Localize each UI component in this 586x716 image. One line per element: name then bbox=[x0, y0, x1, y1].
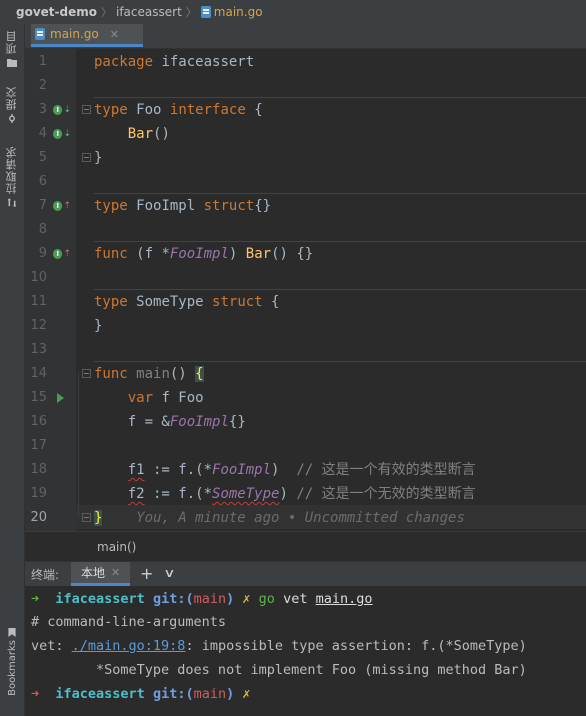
code-line: f1 := f.(*FooImpl) // 这是一个有效的类型断言 bbox=[127, 462, 476, 478]
new-terminal-button[interactable]: + bbox=[140, 564, 153, 583]
line-number: 12 bbox=[30, 318, 47, 333]
fold-icon[interactable] bbox=[82, 105, 91, 114]
interface-implemented-icon: I bbox=[53, 129, 63, 139]
tab-main-go[interactable]: main.go ✕ bbox=[31, 24, 143, 47]
line-number: 13 bbox=[30, 342, 47, 357]
terminal-header: 终端: 本地 ✕ + ∨ bbox=[25, 561, 586, 587]
line-number: 2 bbox=[38, 78, 47, 93]
code-line: type FooImpl struct{} bbox=[94, 198, 272, 214]
code-line: var f Foo bbox=[127, 390, 204, 406]
terminal-output[interactable]: ➜ ifaceassert git:(main) ✗ go vet main.g… bbox=[25, 586, 586, 716]
arrow-up-icon: ⇡ bbox=[63, 201, 71, 211]
arrow-down-icon: ⇣ bbox=[63, 105, 71, 115]
code-breadcrumb: main() bbox=[25, 531, 586, 562]
close-tab-icon[interactable]: ✕ bbox=[111, 566, 120, 579]
terminal-prompt-line: ➜ ifaceassert git:(main) ✗ bbox=[31, 686, 251, 702]
breadcrumb-package[interactable]: ifaceassert bbox=[113, 5, 185, 19]
terminal-tab-label: 本地 bbox=[81, 566, 106, 580]
editor-tab-strip: main.go ✕ bbox=[25, 24, 586, 49]
code-line: package ifaceassert bbox=[94, 54, 255, 70]
fold-icon[interactable] bbox=[82, 369, 91, 378]
project-tool-button[interactable]: 项目 bbox=[2, 30, 22, 67]
line-number: 16 bbox=[30, 414, 47, 429]
terminal-tab-local[interactable]: 本地 ✕ bbox=[71, 562, 131, 586]
code-line: func main() { bbox=[94, 366, 204, 382]
implemented-marker[interactable]: I ⇣ bbox=[53, 98, 71, 122]
implements-marker[interactable]: I ⇡ bbox=[53, 194, 71, 218]
breadcrumb-separator-icon: 〉 bbox=[101, 6, 112, 19]
navigation-bar: govet-demo 〉 ifaceassert 〉 main.go bbox=[0, 0, 586, 25]
code-line: type SomeType struct { bbox=[94, 294, 280, 310]
line-number: 14 bbox=[30, 366, 47, 381]
commit-tool-button[interactable]: 提交 bbox=[2, 86, 22, 123]
line-number: 6 bbox=[38, 174, 47, 189]
close-tab-icon[interactable]: ✕ bbox=[110, 28, 119, 41]
code-line: type Foo interface { bbox=[94, 102, 263, 118]
arrow-down-icon: ⇣ bbox=[63, 129, 71, 139]
pull-requests-tool-label: 拉取请求 bbox=[5, 146, 18, 194]
bookmarks-tool-button[interactable]: Bookmarks bbox=[2, 628, 22, 696]
line-number: 5 bbox=[38, 150, 47, 165]
tab-label: main.go bbox=[50, 27, 99, 41]
arrow-up-icon: ⇡ bbox=[63, 249, 71, 259]
code-editor[interactable]: 1 2 3 4 5 6 7 8 9 10 11 12 13 14 15 16 1… bbox=[25, 49, 586, 531]
error-location-link[interactable]: ./main.go:19:8 bbox=[72, 638, 186, 654]
implements-interface-icon: I bbox=[53, 201, 63, 211]
breadcrumb-separator-icon: 〉 bbox=[185, 6, 197, 19]
left-tool-strip: 项目 提交 拉取请求 Bookmarks bbox=[0, 24, 25, 716]
interface-implemented-icon: I bbox=[53, 105, 63, 115]
go-file-icon bbox=[35, 28, 45, 40]
bookmarks-tool-label: Bookmarks bbox=[6, 640, 18, 696]
fold-icon[interactable] bbox=[82, 513, 91, 522]
fold-icon[interactable] bbox=[82, 153, 91, 162]
code-line: } bbox=[94, 318, 103, 334]
go-file-icon bbox=[200, 6, 211, 18]
chevron-down-icon[interactable]: ∨ bbox=[163, 566, 175, 580]
line-number: 11 bbox=[30, 294, 47, 309]
breadcrumb-file[interactable]: main.go bbox=[198, 5, 266, 19]
line-number: 18 bbox=[30, 462, 47, 477]
pull-requests-tool-button[interactable]: 拉取请求 bbox=[2, 146, 22, 207]
line-number: 8 bbox=[38, 222, 47, 237]
implemented-marker[interactable]: I ⇣ bbox=[53, 122, 71, 146]
code-line: } You, A minute ago • Uncommitted change… bbox=[94, 510, 465, 526]
terminal-output-line: # command-line-arguments bbox=[31, 614, 227, 630]
terminal-title: 终端: bbox=[31, 568, 60, 582]
project-tool-label: 项目 bbox=[5, 30, 18, 54]
terminal-output-line: *SomeType does not implement Foo (missin… bbox=[31, 662, 527, 678]
run-icon bbox=[57, 393, 64, 403]
line-number: 1 bbox=[38, 54, 47, 69]
breadcrumb-project[interactable]: govet-demo bbox=[13, 5, 100, 19]
line-number: 9 bbox=[38, 246, 47, 261]
git-blame-annotation: You, A minute ago • Uncommitted changes bbox=[136, 510, 465, 526]
code-line: } bbox=[94, 150, 103, 166]
line-number: 19 bbox=[30, 486, 47, 501]
line-number-current: 20 bbox=[30, 510, 47, 525]
line-number: 17 bbox=[30, 438, 47, 453]
bookmark-icon bbox=[8, 628, 16, 637]
terminal-prompt-line: ➜ ifaceassert git:(main) ✗ go vet main.g… bbox=[31, 591, 373, 607]
line-number: 3 bbox=[38, 102, 47, 117]
folder-icon bbox=[7, 59, 17, 67]
commit-icon bbox=[9, 114, 15, 123]
line-number: 7 bbox=[38, 198, 47, 213]
run-marker[interactable] bbox=[57, 386, 75, 410]
code-line: Bar() bbox=[127, 126, 170, 142]
code-line: func (f *FooImpl) Bar() {} bbox=[94, 246, 314, 262]
implements-marker[interactable]: I ⇡ bbox=[53, 242, 71, 266]
commit-tool-label: 提交 bbox=[5, 86, 18, 110]
code-line: f2 := f.(*SomeType) // 这是一个无效的类型断言 bbox=[127, 486, 476, 502]
code-line: f = &FooImpl{} bbox=[127, 414, 246, 430]
terminal-error-line: vet: ./main.go:19:8: impossible type ass… bbox=[31, 638, 527, 654]
implements-interface-icon: I bbox=[53, 249, 63, 259]
line-number: 15 bbox=[30, 390, 47, 405]
indent-guide bbox=[78, 373, 79, 517]
pull-request-icon bbox=[8, 198, 16, 207]
line-number: 10 bbox=[30, 270, 47, 285]
breadcrumb-file-label: main.go bbox=[213, 5, 263, 19]
breadcrumb-function[interactable]: main() bbox=[97, 540, 136, 554]
line-number: 4 bbox=[38, 126, 47, 141]
